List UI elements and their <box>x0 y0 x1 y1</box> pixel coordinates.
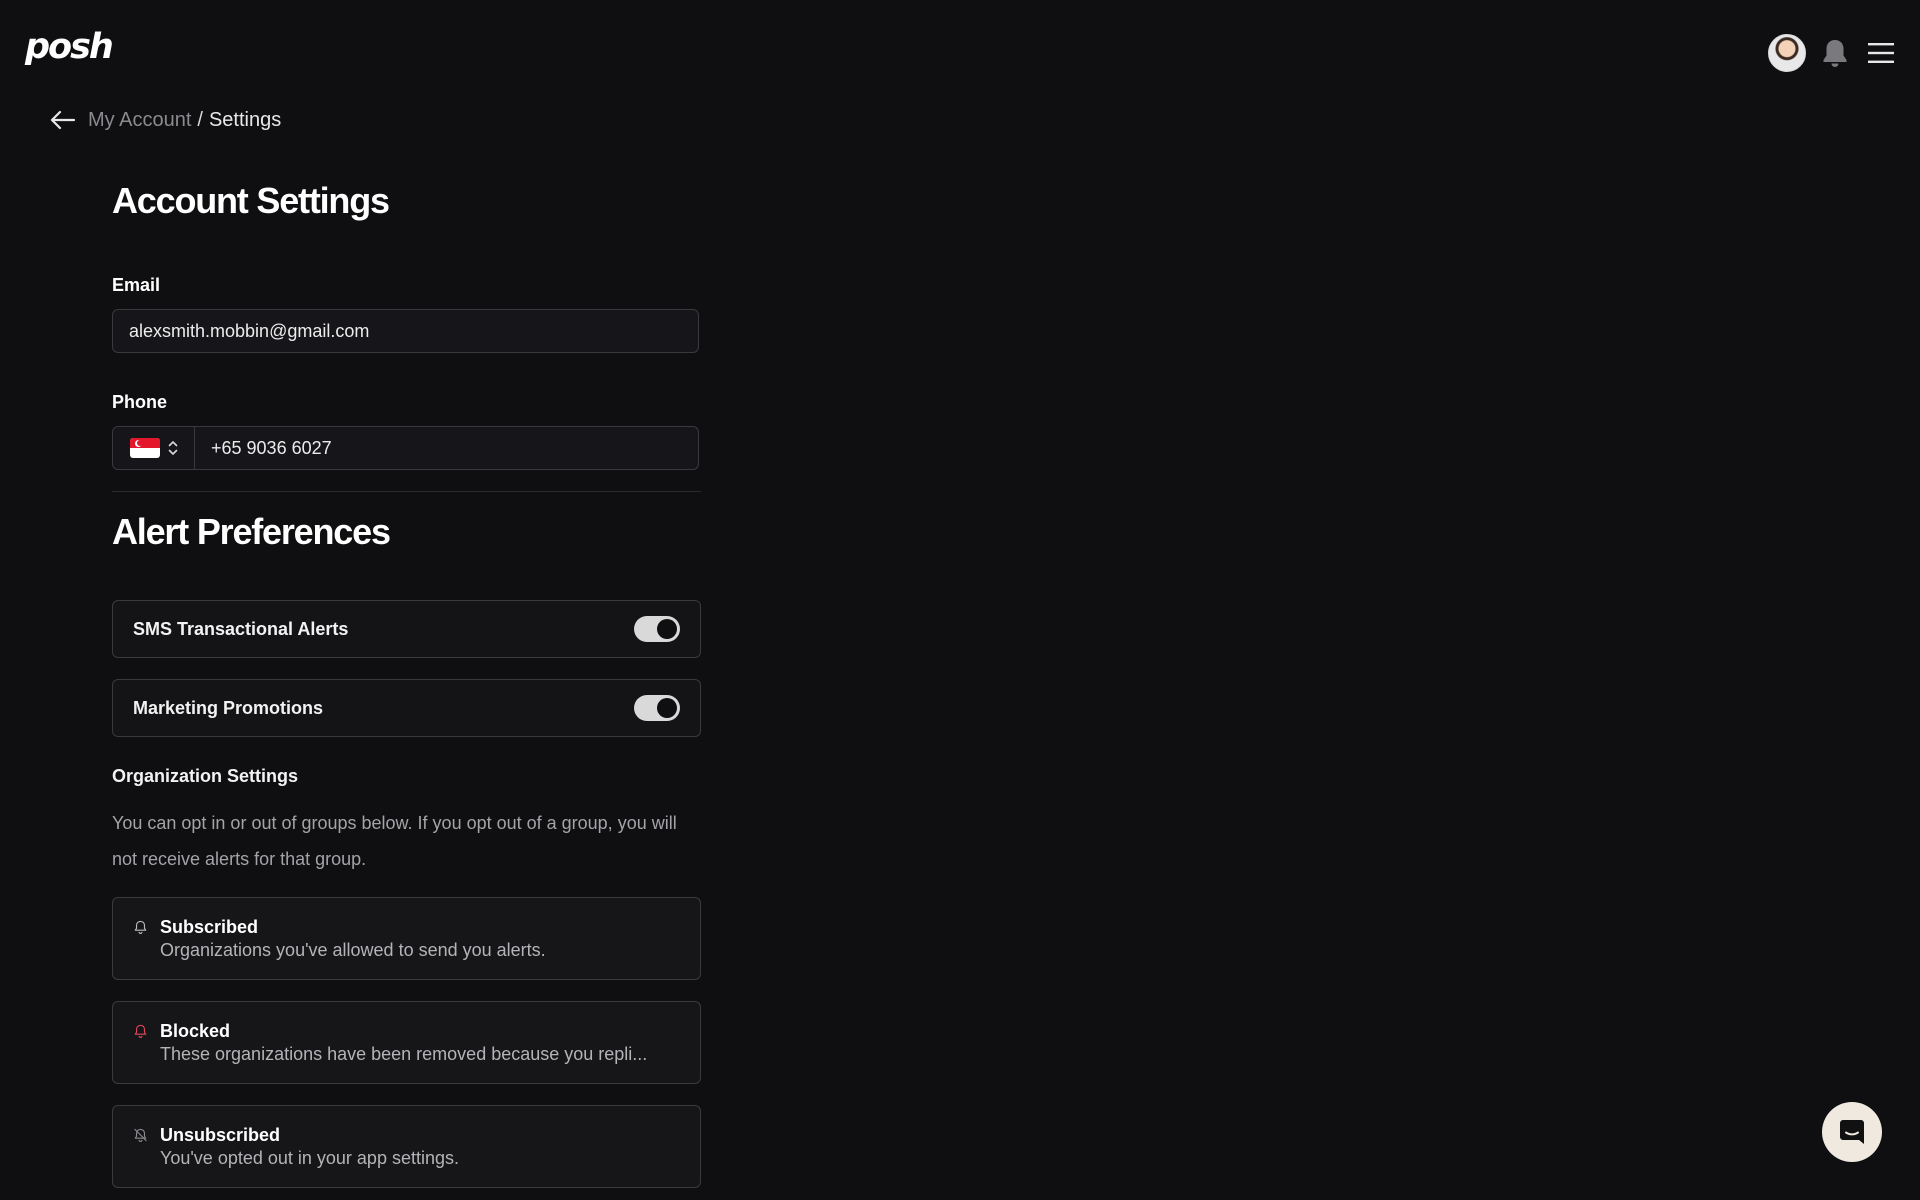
email-value: alexsmith.mobbin@gmail.com <box>129 320 370 341</box>
account-settings-title: Account Settings <box>112 180 390 221</box>
breadcrumb-settings: Settings <box>208 108 282 131</box>
breadcrumb-my-account[interactable]: My Account <box>88 109 191 132</box>
section-divider <box>112 491 701 492</box>
group-description: You've opted out in your app settings. <box>160 1148 459 1168</box>
toggle-label: Marketing Promotions <box>133 697 324 718</box>
back-arrow-icon[interactable] <box>50 106 78 134</box>
breadcrumb-separator: / <box>197 108 203 131</box>
group-description: These organizations have been removed be… <box>160 1044 648 1064</box>
phone-value: +65 9036 6027 <box>211 437 332 458</box>
group-title: Subscribed <box>160 917 259 937</box>
phone-field[interactable]: +65 9036 6027 <box>112 426 699 470</box>
header-actions <box>1768 34 1898 72</box>
menu-icon[interactable] <box>1864 36 1898 70</box>
sms-alerts-toggle[interactable] <box>634 616 680 642</box>
group-description: Organizations you've allowed to send you… <box>160 940 546 960</box>
marketing-promotions-row: Marketing Promotions <box>112 679 701 737</box>
group-title: Blocked <box>160 1021 231 1041</box>
unsubscribed-group[interactable]: Unsubscribed You've opted out in your ap… <box>112 1105 701 1188</box>
bell-icon[interactable] <box>1818 36 1852 70</box>
chevron-updown-icon <box>168 441 177 455</box>
email-label: Email <box>112 275 161 295</box>
chat-support-button[interactable] <box>1822 1102 1882 1162</box>
chat-icon <box>1840 1120 1864 1144</box>
toggle-label: SMS Transactional Alerts <box>133 618 349 639</box>
bell-off-icon <box>134 1128 147 1142</box>
phone-label: Phone <box>112 392 168 412</box>
bell-icon <box>134 1024 147 1038</box>
breadcrumb: My Account / Settings <box>50 106 281 134</box>
email-field[interactable]: alexsmith.mobbin@gmail.com <box>112 309 699 353</box>
singapore-flag-icon <box>129 438 160 458</box>
posh-logo[interactable]: posh <box>25 27 114 67</box>
organization-settings-title: Organization Settings <box>112 766 299 786</box>
marketing-promotions-toggle[interactable] <box>634 695 680 721</box>
group-title: Unsubscribed <box>160 1125 281 1145</box>
alert-preferences-title: Alert Preferences <box>112 511 391 552</box>
country-selector[interactable] <box>113 427 195 469</box>
blocked-group[interactable]: Blocked These organizations have been re… <box>112 1001 701 1084</box>
subscribed-group[interactable]: Subscribed Organizations you've allowed … <box>112 897 701 980</box>
avatar[interactable] <box>1768 34 1806 72</box>
bell-icon <box>134 920 147 934</box>
organization-settings-description: You can opt in or out of groups below. I… <box>112 813 677 869</box>
sms-transactional-alerts-row: SMS Transactional Alerts <box>112 600 701 658</box>
